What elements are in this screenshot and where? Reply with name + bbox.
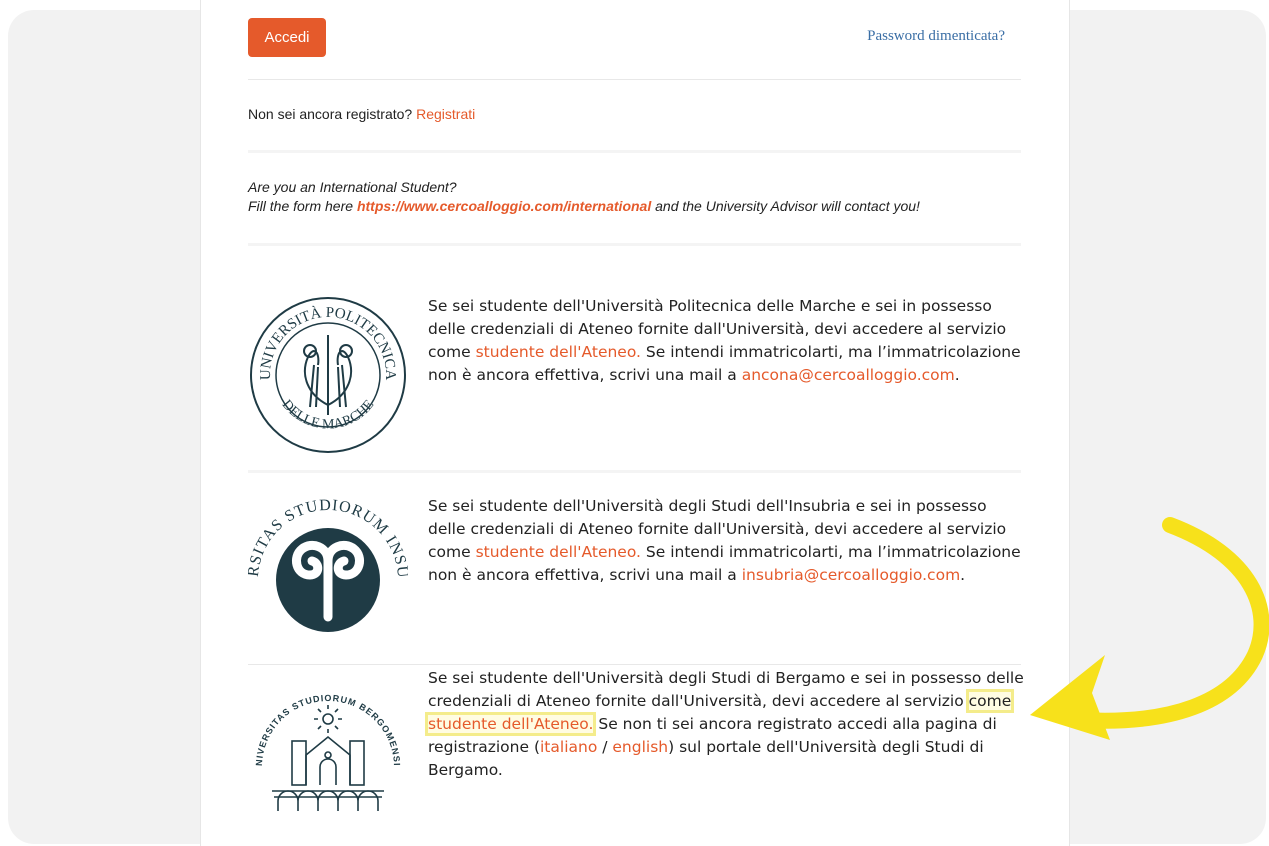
univpm-seal-icon: UNIVERSITÀ POLITECNICA DELLE MARCHE [250,297,406,453]
international-student-notice: Are you an International Student? Fill t… [248,178,920,216]
student-login-link[interactable]: studente dell'Ateneo. [476,343,641,361]
description-text: Se sei studente dell'Università degli St… [428,669,1024,710]
description-text: . [960,566,966,584]
insubria-seal-icon: UNIVERSITAS STUDIORUM INSUBRIAE [248,495,408,632]
divider [248,79,1021,80]
international-form-link[interactable]: https://www.cercoalloggio.com/internatio… [357,198,651,214]
university-block-bergamo: UNIVERSITAS STUDIORUM BERGOMENSIS Se sei… [248,667,1028,837]
register-line: Non sei ancora registrato? Registrati [248,106,475,122]
register-link[interactable]: Registrati [416,106,475,122]
login-page: Accedi Password dimenticata? Non sei anc… [200,0,1070,846]
yellow-arrow-icon [1030,517,1269,740]
description-text: . [954,366,960,384]
contact-email-link[interactable]: insubria@cercoalloggio.com [742,566,960,584]
university-description: Se sei studente dell'Università Politecn… [428,295,1028,387]
divider [248,243,1021,246]
student-login-link[interactable]: studente dell'Ateneo. [428,715,593,733]
divider [248,470,1021,473]
register-prompt: Non sei ancora registrato? [248,106,413,122]
contact-email-link[interactable]: ancona@cercoalloggio.com [742,366,955,384]
description-text: come [968,692,1012,710]
university-description: Se sei studente dell'Università degli St… [424,667,1028,782]
international-form-suffix: and the University Advisor will contact … [651,198,920,214]
bergamo-seal-icon: UNIVERSITAS STUDIORUM BERGOMENSIS [248,667,402,811]
university-block-insubria: UNIVERSITAS STUDIORUM INSUBRIAE Se sei s… [248,495,1028,665]
description-text: / [597,738,613,756]
divider [248,664,1021,665]
student-login-link[interactable]: studente dell'Ateneo. [476,543,641,561]
registration-english-link[interactable]: english [612,738,668,756]
login-button[interactable]: Accedi [248,18,326,57]
forgot-password-link[interactable]: Password dimenticata? [867,28,1005,45]
university-block-marche: UNIVERSITÀ POLITECNICA DELLE MARCHE Se s… [248,295,1028,465]
divider [248,150,1021,153]
university-description: Se sei studente dell'Università degli St… [428,495,1028,587]
international-form-prefix: Fill the form here [248,198,357,214]
registration-italian-link[interactable]: italiano [540,738,597,756]
international-question: Are you an International Student? [248,179,457,195]
svg-text:UNIVERSITAS STUDIORUM BERGOMEN: UNIVERSITAS STUDIORUM BERGOMENSIS [248,667,402,767]
